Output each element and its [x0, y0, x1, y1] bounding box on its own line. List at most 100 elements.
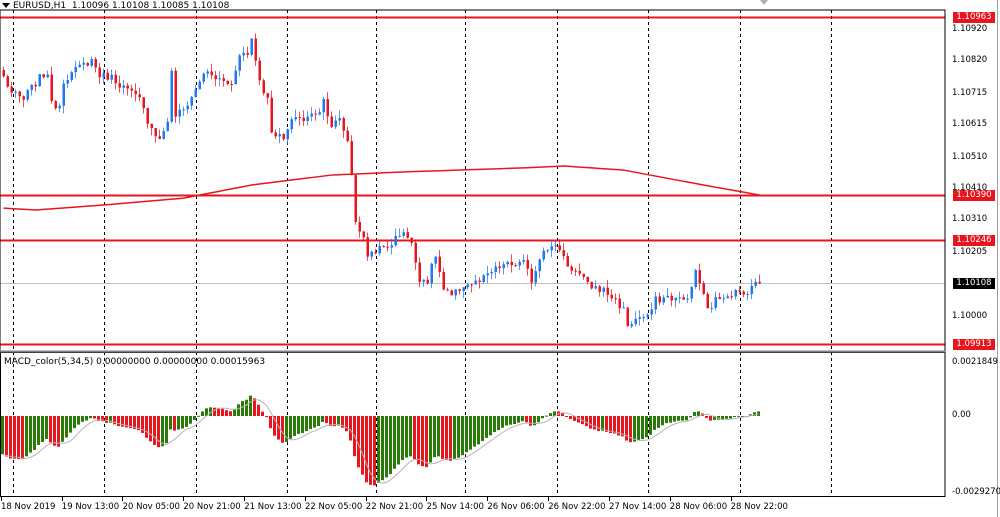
candle: [470, 283, 473, 293]
macd-bar: [757, 411, 760, 416]
macd-signal-line: [2, 399, 759, 484]
candle: [658, 292, 661, 306]
macd-bar: [265, 416, 268, 418]
candle: [346, 126, 349, 143]
macd-bar: [509, 416, 512, 425]
candle: [486, 266, 489, 283]
candle: [154, 127, 157, 143]
candle: [382, 244, 385, 248]
candle: [294, 109, 297, 122]
macd-bar: [25, 416, 28, 457]
macd-bar: [229, 411, 232, 416]
macd-bar: [633, 416, 636, 442]
macd-bar: [645, 416, 648, 438]
candle: [78, 60, 81, 68]
chart-canvas[interactable]: [0, 0, 1000, 517]
macd-bar: [733, 416, 736, 417]
macd-bar: [237, 404, 240, 416]
macd-bar: [221, 408, 224, 416]
macd-bar: [201, 411, 204, 416]
macd-bar: [153, 416, 156, 445]
candle: [286, 128, 289, 145]
macd-bar: [461, 416, 464, 456]
macd-bar: [729, 416, 732, 419]
candle: [178, 103, 181, 124]
time-label: 27 Nov 14:00: [609, 502, 667, 512]
macd-bar: [653, 416, 656, 430]
candle: [222, 73, 225, 87]
candle: [662, 295, 665, 306]
candle: [250, 38, 253, 57]
macd-bar: [605, 416, 608, 432]
macd-bar: [593, 416, 596, 430]
candle: [514, 262, 517, 267]
macd-histogram: [1, 395, 760, 486]
macd-bar: [69, 416, 72, 433]
high-price: 1.10108: [111, 1, 150, 11]
macd-bar: [393, 416, 396, 469]
candle: [150, 123, 153, 136]
low-price: 1.10085: [152, 1, 190, 11]
macd-bar: [661, 416, 664, 426]
candle: [266, 93, 269, 105]
candle: [726, 293, 729, 299]
macd-bar: [429, 416, 432, 463]
candle: [690, 286, 693, 303]
macd-bar: [185, 416, 188, 427]
time-label: 28 Nov 22:00: [730, 502, 788, 512]
macd-bar: [517, 416, 520, 423]
candle: [686, 293, 689, 303]
macd-bar: [309, 416, 312, 429]
candle: [50, 66, 53, 104]
time-label: 20 Nov 05:00: [122, 502, 180, 512]
macd-bar: [33, 416, 36, 450]
main-pane-border: [0, 9, 946, 352]
candle: [338, 110, 341, 126]
candle: [622, 301, 625, 309]
macd-bar: [81, 416, 84, 422]
macd-bar: [513, 416, 516, 425]
macd-bar: [313, 416, 316, 428]
chart-shift-icon[interactable]: [760, 0, 768, 5]
candle: [326, 92, 329, 125]
candle: [238, 53, 241, 77]
candle: [170, 68, 173, 124]
candle: [334, 115, 337, 129]
macd-bar: [169, 416, 172, 430]
macd-bar: [41, 416, 44, 442]
candle: [202, 72, 205, 85]
open-price: 1.10096: [71, 1, 110, 11]
macd-bar: [257, 404, 260, 416]
macd-bar: [29, 416, 32, 453]
macd-bar: [301, 416, 304, 433]
candle: [578, 263, 581, 277]
macd-bar: [545, 415, 548, 417]
macd-bar: [537, 416, 540, 423]
macd-bar: [365, 416, 368, 483]
macd-bar: [737, 415, 740, 417]
time-label: 22 Nov 05:00: [305, 502, 363, 512]
candle: [310, 107, 313, 122]
macd-bar: [705, 416, 708, 418]
candle: [638, 310, 641, 326]
triangle-down-icon[interactable]: [2, 3, 10, 8]
macd-bar: [49, 416, 52, 443]
macd-bar: [181, 416, 184, 429]
candle: [538, 258, 541, 279]
macd-bar: [17, 416, 20, 460]
macd-bar: [481, 416, 484, 441]
candle: [402, 228, 405, 239]
candle: [678, 291, 681, 304]
candle: [218, 70, 221, 87]
candle: [66, 74, 69, 89]
candle: [542, 247, 545, 262]
macd-bar: [497, 416, 500, 431]
macd-bar: [53, 416, 56, 446]
macd-bar: [261, 411, 264, 416]
candle: [754, 278, 757, 289]
candle: [242, 46, 245, 62]
candle: [290, 116, 293, 134]
candle: [210, 63, 213, 80]
candle: [122, 80, 125, 95]
close-price: 1.10108: [192, 1, 230, 11]
